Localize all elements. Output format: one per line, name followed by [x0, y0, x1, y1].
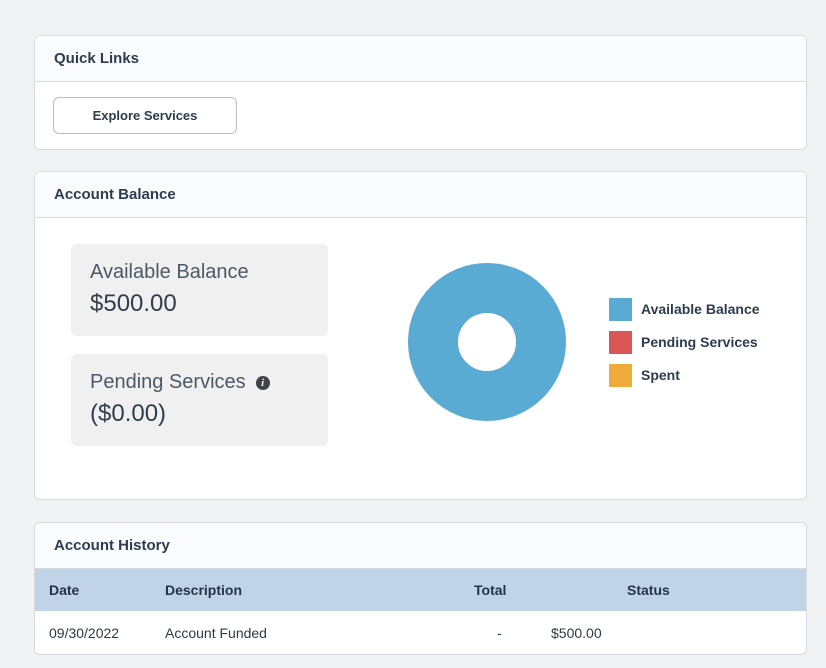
info-icon[interactable]: i — [255, 375, 270, 390]
account-balance-panel: Account Balance Available Balance $500.0… — [34, 171, 807, 500]
available-balance-label: Available Balance — [90, 261, 249, 283]
pending-services-value: ($0.00) — [90, 400, 167, 427]
explore-services-button[interactable]: Explore Services — [53, 97, 237, 134]
quick-links-panel: Quick Links Explore Services — [34, 35, 807, 150]
legend-item-spent[interactable]: Spent — [609, 363, 760, 387]
legend-item-available[interactable]: Available Balance — [609, 297, 760, 321]
table-row: 09/30/2022 Account Funded - $500.00 — [35, 611, 806, 654]
donut-slice-available[interactable] — [408, 263, 566, 421]
legend-swatch-available — [609, 297, 632, 321]
column-header-total[interactable]: Total — [474, 569, 506, 611]
available-balance-card: Available Balance $500.00 — [71, 244, 328, 336]
account-balance-title: Account Balance — [35, 172, 806, 218]
legend-swatch-spent — [609, 363, 632, 387]
account-history-panel: Account History Date Description Total S… — [34, 522, 807, 655]
balance-donut-chart — [408, 263, 566, 421]
available-balance-value: $500.00 — [90, 290, 177, 317]
chart-legend: Available Balance Pending Services Spent — [609, 297, 760, 396]
row-status: $500.00 — [551, 625, 602, 641]
row-date: 09/30/2022 — [49, 625, 120, 641]
column-header-status[interactable]: Status — [627, 569, 670, 611]
pending-services-card: Pending Services i ($0.00) — [71, 354, 328, 446]
legend-label-pending: Pending Services — [641, 334, 758, 350]
table-header-row: Date Description Total Status — [35, 569, 806, 611]
legend-label-available: Available Balance — [641, 301, 760, 317]
pending-services-label-row: Pending Services i — [90, 371, 328, 394]
account-history-title: Account History — [35, 523, 806, 569]
quick-links-title: Quick Links — [35, 36, 806, 82]
legend-swatch-pending — [609, 330, 632, 354]
legend-label-spent: Spent — [641, 367, 680, 383]
column-header-description[interactable]: Description — [165, 569, 242, 611]
legend-item-pending[interactable]: Pending Services — [609, 330, 760, 354]
row-description: Account Funded — [165, 625, 267, 641]
pending-services-label: Pending Services — [90, 371, 246, 393]
column-header-date[interactable]: Date — [49, 569, 79, 611]
row-total: - — [497, 625, 502, 641]
